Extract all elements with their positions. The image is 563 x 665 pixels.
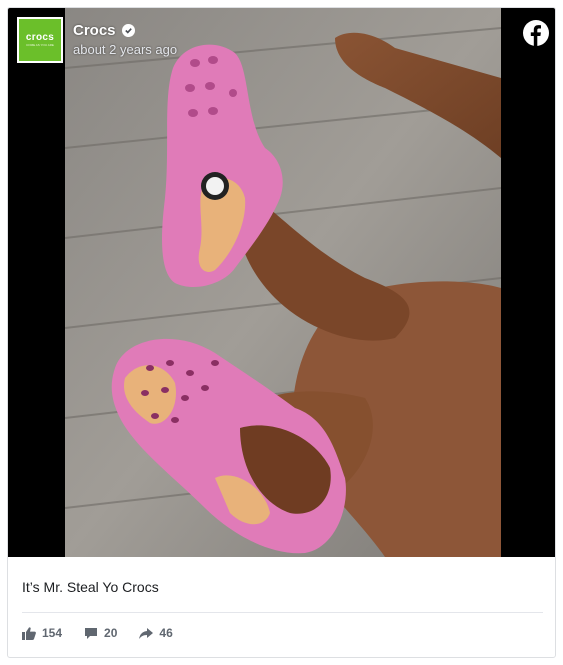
post-caption: It’s Mr. Steal Yo Crocs	[22, 579, 159, 595]
thumbs-up-icon	[22, 626, 36, 640]
logo-text: crocs	[25, 32, 55, 43]
crocs-logo[interactable]: crocs COME AS YOU ARE	[17, 17, 63, 63]
page-name-row: Crocs	[73, 22, 177, 39]
facebook-icon[interactable]	[523, 20, 549, 46]
post-media[interactable]: crocs COME AS YOU ARE Crocs about 2 year…	[8, 8, 555, 557]
comment-stat[interactable]: 20	[84, 626, 117, 640]
verified-badge-icon	[121, 24, 135, 37]
share-stat[interactable]: 46	[139, 626, 173, 640]
like-count: 154	[42, 626, 63, 640]
like-stat[interactable]: 154	[22, 626, 62, 640]
page-name[interactable]: Crocs	[73, 22, 116, 39]
post-meta: Crocs about 2 years ago	[73, 22, 177, 57]
comment-count: 20	[104, 626, 118, 640]
post-stats: 154 20 46	[22, 626, 195, 640]
divider	[22, 612, 543, 613]
share-icon	[139, 627, 154, 639]
post-card: crocs COME AS YOU ARE Crocs about 2 year…	[7, 7, 556, 658]
logo-subtext: COME AS YOU ARE	[26, 43, 54, 47]
post-photo[interactable]	[65, 8, 501, 557]
share-count: 46	[159, 626, 173, 640]
comment-icon	[85, 627, 98, 639]
post-header: crocs COME AS YOU ARE Crocs about 2 year…	[17, 17, 177, 67]
post-timestamp[interactable]: about 2 years ago	[73, 42, 177, 57]
